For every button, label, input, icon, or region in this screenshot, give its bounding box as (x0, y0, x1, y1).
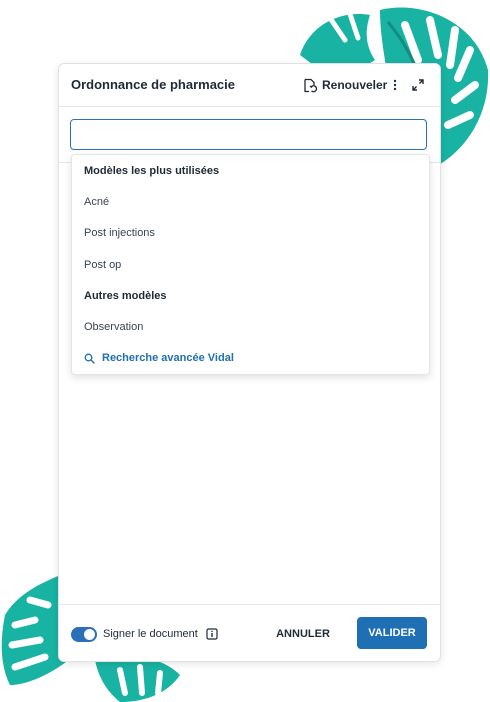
sign-document-label: Signer le document (103, 628, 198, 640)
search-icon (84, 353, 95, 364)
advanced-search-label: Recherche avancée Vidal (102, 352, 234, 364)
cancel-button[interactable]: ANNULER (269, 621, 337, 647)
prescription-panel: Ordonnance de pharmacie Renouveler Modèl… (58, 63, 441, 662)
sign-document-toggle[interactable] (71, 627, 97, 642)
template-dropdown: Modèles les plus utilisées Acné Post inj… (71, 154, 430, 375)
validate-button[interactable]: VALIDER (357, 617, 427, 649)
template-option-observation[interactable]: Observation (84, 321, 143, 333)
template-option-post-injections[interactable]: Post injections (84, 227, 155, 239)
template-search-input[interactable] (70, 119, 427, 150)
panel-header: Ordonnance de pharmacie Renouveler (59, 64, 440, 107)
more-options-button[interactable] (389, 75, 401, 95)
advanced-search-link[interactable]: Recherche avancée Vidal (84, 352, 234, 364)
renew-icon (304, 78, 317, 92)
expand-icon (412, 79, 424, 91)
renew-button[interactable]: Renouveler (302, 74, 387, 96)
template-option-acne[interactable]: Acné (84, 196, 109, 208)
more-vert-icon (393, 79, 397, 91)
renew-label: Renouveler (322, 78, 388, 92)
template-option-post-op[interactable]: Post op (84, 259, 121, 271)
panel-footer: Signer le document ANNULER VALIDER (59, 604, 440, 662)
panel-title: Ordonnance de pharmacie (71, 77, 235, 92)
section-other-header: Autres modèles (84, 290, 167, 302)
section-most-used-header: Modèles les plus utilisées (84, 165, 220, 177)
info-icon[interactable] (206, 628, 218, 640)
expand-button[interactable] (410, 75, 426, 95)
